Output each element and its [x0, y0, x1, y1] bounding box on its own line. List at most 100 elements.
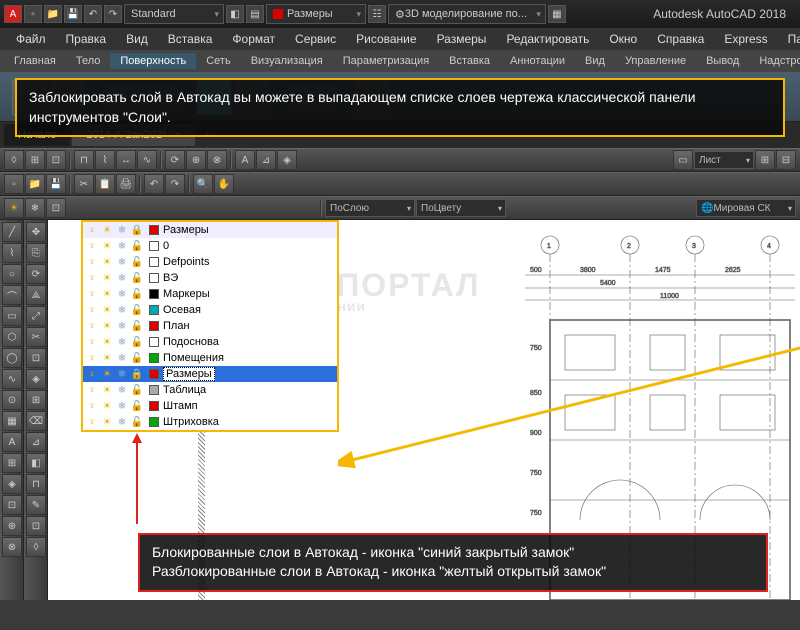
tool-icon[interactable]: ◈ — [277, 150, 297, 170]
freeze-icon[interactable]: ❄ — [115, 351, 129, 365]
tool-icon[interactable]: ⊡ — [2, 495, 22, 515]
freeze-icon[interactable]: ❄ — [115, 287, 129, 301]
linetype-combo[interactable]: ПоСлою — [325, 199, 415, 217]
copy-icon[interactable]: ⎘ — [26, 243, 46, 263]
layer-row[interactable]: ♀☀❄🔓Штамп — [83, 398, 337, 414]
tool-icon[interactable]: ⬡ — [2, 327, 22, 347]
layer-row[interactable]: ♀☀❄🔓Маркеры — [83, 286, 337, 302]
sun-icon[interactable]: ☀ — [100, 335, 114, 349]
lock-open-icon[interactable]: 🔓 — [130, 351, 144, 365]
freeze-icon[interactable]: ❄ — [115, 415, 129, 429]
tool-icon[interactable]: ⊙ — [2, 390, 22, 410]
qat-icon[interactable]: ◧ — [226, 5, 244, 23]
layer-row[interactable]: ♀☀❄🔓Таблица — [83, 382, 337, 398]
tool-icon[interactable]: 📋 — [95, 174, 115, 194]
tool-icon[interactable]: ◊ — [26, 537, 46, 557]
move-icon[interactable]: ✥ — [26, 222, 46, 242]
lock-open-icon[interactable]: 🔓 — [130, 303, 144, 317]
lightbulb-icon[interactable]: ♀ — [85, 351, 99, 365]
tab-parametric[interactable]: Параметризация — [333, 53, 439, 69]
tab-insert[interactable]: Вставка — [439, 53, 500, 69]
qat-icon[interactable]: ▦ — [548, 5, 566, 23]
tool-icon[interactable]: ⌫ — [26, 411, 46, 431]
color-combo[interactable]: ПоЦвету — [416, 199, 506, 217]
lightbulb-icon[interactable]: ♀ — [85, 287, 99, 301]
freeze-icon[interactable]: ❄ — [115, 399, 129, 413]
tool-icon[interactable]: ⊓ — [26, 474, 46, 494]
sun-icon[interactable]: ☀ — [100, 367, 114, 381]
lightbulb-icon[interactable]: ♀ — [85, 399, 99, 413]
menu-draw[interactable]: Рисование — [348, 30, 424, 48]
tab-addins[interactable]: Надстройки — [749, 53, 800, 69]
sun-icon[interactable]: ☀ — [100, 319, 114, 333]
undo-icon[interactable]: ↶ — [84, 5, 102, 23]
style-combo[interactable]: Standard — [124, 4, 224, 24]
menu-window[interactable]: Окно — [601, 30, 645, 48]
sun-icon[interactable]: ☀ — [100, 239, 114, 253]
tab-solid[interactable]: Тело — [66, 53, 111, 69]
sheet-combo[interactable]: Лист — [694, 151, 754, 169]
tool-icon[interactable]: ◈ — [26, 369, 46, 389]
tool-icon[interactable]: ⊿ — [256, 150, 276, 170]
lock-closed-icon[interactable]: 🔒 — [130, 367, 144, 381]
sun-icon[interactable]: ☀ — [100, 223, 114, 237]
trim-icon[interactable]: ✂ — [26, 327, 46, 347]
freeze-icon[interactable]: ❄ — [115, 319, 129, 333]
tab-visualize[interactable]: Визуализация — [241, 53, 333, 69]
redo-icon[interactable]: ↷ — [104, 5, 122, 23]
sun-icon[interactable]: ☀ — [100, 383, 114, 397]
tool-icon[interactable]: ◧ — [26, 453, 46, 473]
tool-icon[interactable]: 🔍 — [193, 174, 213, 194]
freeze-icon[interactable]: ❄ — [115, 367, 129, 381]
layer-row[interactable]: ♀☀❄🔓Осевая — [83, 302, 337, 318]
qat-icon[interactable]: ☷ — [368, 5, 386, 23]
tool-icon[interactable]: ⟳ — [165, 150, 185, 170]
menu-file[interactable]: Файл — [8, 30, 54, 48]
open-icon[interactable]: 📁 — [44, 5, 62, 23]
tool-icon[interactable]: ⊞ — [2, 453, 22, 473]
lightbulb-icon[interactable]: ♀ — [85, 335, 99, 349]
tool-icon[interactable]: ↔ — [116, 150, 136, 170]
qat-icon[interactable]: ▤ — [246, 5, 264, 23]
polyline-icon[interactable]: ⌇ — [2, 243, 22, 263]
tool-icon[interactable]: ✂ — [74, 174, 94, 194]
lock-open-icon[interactable]: 🔓 — [130, 383, 144, 397]
sun-icon[interactable]: ☀ — [100, 303, 114, 317]
line-icon[interactable]: ╱ — [2, 222, 22, 242]
drawing-canvas[interactable]: ◢▮ПОРТАЛ о черчении ♀☀❄🔒Размеры♀☀❄🔓0♀☀❄🔓… — [48, 220, 800, 600]
tool-icon[interactable]: ∿ — [137, 150, 157, 170]
lock-open-icon[interactable]: 🔓 — [130, 319, 144, 333]
lightbulb-icon[interactable]: ♀ — [85, 271, 99, 285]
menu-express[interactable]: Express — [716, 30, 775, 48]
lightbulb-icon[interactable]: ♀ — [85, 319, 99, 333]
tool-icon[interactable]: ✋ — [214, 174, 234, 194]
tool-icon[interactable]: 🖨 — [116, 174, 136, 194]
lock-open-icon[interactable]: 🔓 — [130, 335, 144, 349]
menu-format[interactable]: Формат — [224, 30, 283, 48]
lightbulb-icon[interactable]: ♀ — [85, 223, 99, 237]
layer-dropdown[interactable]: ♀☀❄🔒Размеры♀☀❄🔓0♀☀❄🔓Defpoints♀☀❄🔓ВЭ♀☀❄🔓М… — [81, 220, 339, 432]
tool-icon[interactable]: ⊞ — [26, 390, 46, 410]
dim-style-combo[interactable]: Размеры — [266, 4, 366, 24]
layer-row[interactable]: ♀☀❄🔓Штриховка — [83, 414, 337, 430]
rotate-icon[interactable]: ⟳ — [26, 264, 46, 284]
layer-row[interactable]: ♀☀❄🔓ВЭ — [83, 270, 337, 286]
tab-home[interactable]: Главная — [4, 53, 66, 69]
tool-icon[interactable]: 💾 — [46, 174, 66, 194]
rect-icon[interactable]: ▭ — [2, 306, 22, 326]
sun-icon[interactable]: ☀ — [100, 287, 114, 301]
freeze-icon[interactable]: ❄ — [115, 239, 129, 253]
tab-view[interactable]: Вид — [575, 53, 615, 69]
lightbulb-icon[interactable]: ♀ — [85, 383, 99, 397]
circle-icon[interactable]: ○ — [2, 264, 22, 284]
tool-icon[interactable]: ▭ — [673, 150, 693, 170]
tool-icon[interactable]: 📁 — [25, 174, 45, 194]
lock-closed-icon[interactable]: 🔒 — [130, 223, 144, 237]
menu-modify[interactable]: Редактировать — [498, 30, 597, 48]
sun-icon[interactable]: ☀ — [100, 255, 114, 269]
tab-annotate[interactable]: Аннотации — [500, 53, 575, 69]
tool-icon[interactable]: ⊞ — [25, 150, 45, 170]
tool-icon[interactable]: ⊗ — [207, 150, 227, 170]
layer-props-icon[interactable]: ☀ — [4, 198, 24, 218]
sun-icon[interactable]: ☀ — [100, 415, 114, 429]
